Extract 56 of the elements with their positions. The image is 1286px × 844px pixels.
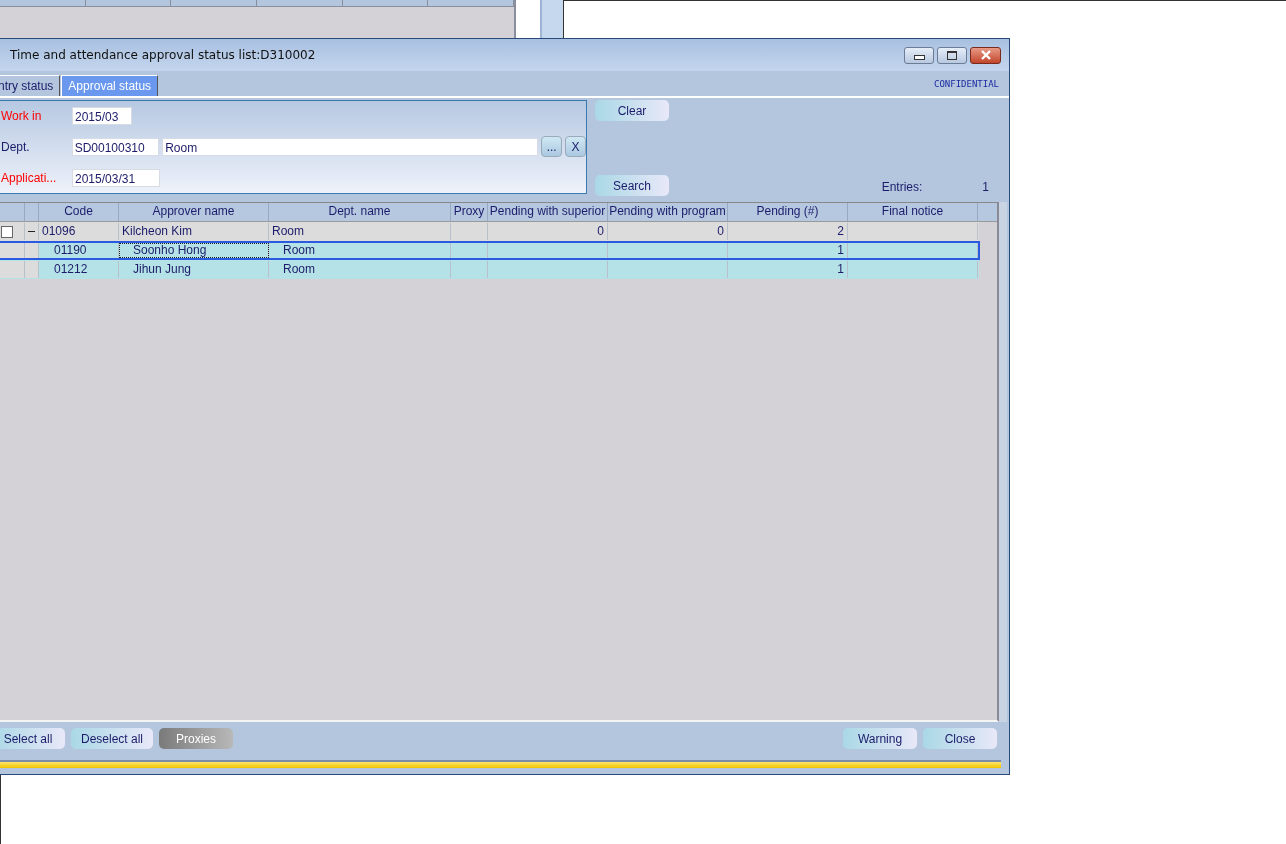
table-cell: 0	[717, 224, 724, 239]
name-field[interactable]: Room	[162, 138, 539, 156]
checkbox[interactable]	[1, 225, 13, 238]
row-header-cell	[25, 261, 39, 278]
input-field[interactable]: 2015/03	[72, 106, 132, 125]
field-label: Dept.	[1, 140, 31, 154]
table-row[interactable]: 01096 Kilcheon Kim Room 0 0 2	[0, 222, 979, 241]
footer-button[interactable]: Close	[923, 728, 997, 749]
field-label: Applicati...	[1, 171, 58, 186]
table-cell: 1	[837, 262, 844, 277]
minimize-icon	[913, 54, 925, 60]
minimize-button[interactable]	[904, 46, 934, 64]
table-cell: Jihun Jung	[133, 262, 192, 277]
entries-label: Entries:	[881, 180, 923, 194]
column-header[interactable]: Final notice	[848, 203, 978, 221]
column-header[interactable]: Code	[39, 203, 119, 221]
table-cell: Soonho Hong	[133, 243, 207, 258]
table-cell: 0	[597, 224, 604, 239]
footer-button[interactable]: Warning	[843, 728, 917, 749]
browse-button[interactable]: ...	[541, 136, 563, 158]
confidential-label: CONFIDENTIAL	[933, 78, 999, 89]
code-field[interactable]: SD00100310	[71, 138, 160, 156]
table-row[interactable]: 01212 Jihun Jung Room 1	[0, 260, 979, 279]
row-header-cell	[25, 243, 39, 258]
field-label: Work in	[1, 108, 43, 123]
column-header[interactable]: Pending with superior	[488, 203, 608, 221]
column-header[interactable]: Dept. name	[269, 203, 451, 221]
table-cell: Kilcheon Kim	[122, 224, 193, 239]
footer-button[interactable]: Deselect all	[71, 728, 154, 749]
table-cell: 01212	[54, 262, 88, 277]
table-cell: Room	[272, 224, 304, 239]
minus-icon[interactable]	[28, 228, 35, 235]
table-cell: 01190	[54, 243, 87, 258]
column-header[interactable]: Pending (#)	[728, 203, 848, 221]
table-cell: 01096	[42, 224, 76, 239]
window-border	[540, 0, 564, 40]
column-header[interactable]: Pending with program	[608, 203, 728, 221]
clear-field-button[interactable]: X	[565, 136, 586, 158]
maximize-icon	[947, 50, 957, 60]
maximize-button[interactable]	[937, 46, 967, 64]
table-cell: 2	[837, 224, 844, 239]
table-cell: Room	[283, 262, 315, 277]
window-title: Time and attendance approval status list:D310002	[10, 48, 316, 62]
table-row[interactable]: 01190 Soonho Hong Room 1	[0, 241, 980, 260]
footer-button[interactable]: Select all	[0, 728, 65, 749]
column-header[interactable]: Approver name	[119, 203, 269, 221]
close-button[interactable]	[970, 46, 1001, 64]
entries-count: 1	[982, 180, 989, 194]
row-header-cell	[0, 243, 25, 258]
input-field[interactable]: 2015/03/31	[72, 169, 160, 188]
clear-button[interactable]: Clear	[595, 100, 669, 121]
column-header[interactable]: Proxy	[451, 203, 488, 221]
search-button[interactable]: Search	[595, 175, 669, 196]
table-cell: 1	[837, 243, 844, 258]
close-icon	[978, 50, 993, 60]
table-cell: Room	[283, 243, 315, 258]
